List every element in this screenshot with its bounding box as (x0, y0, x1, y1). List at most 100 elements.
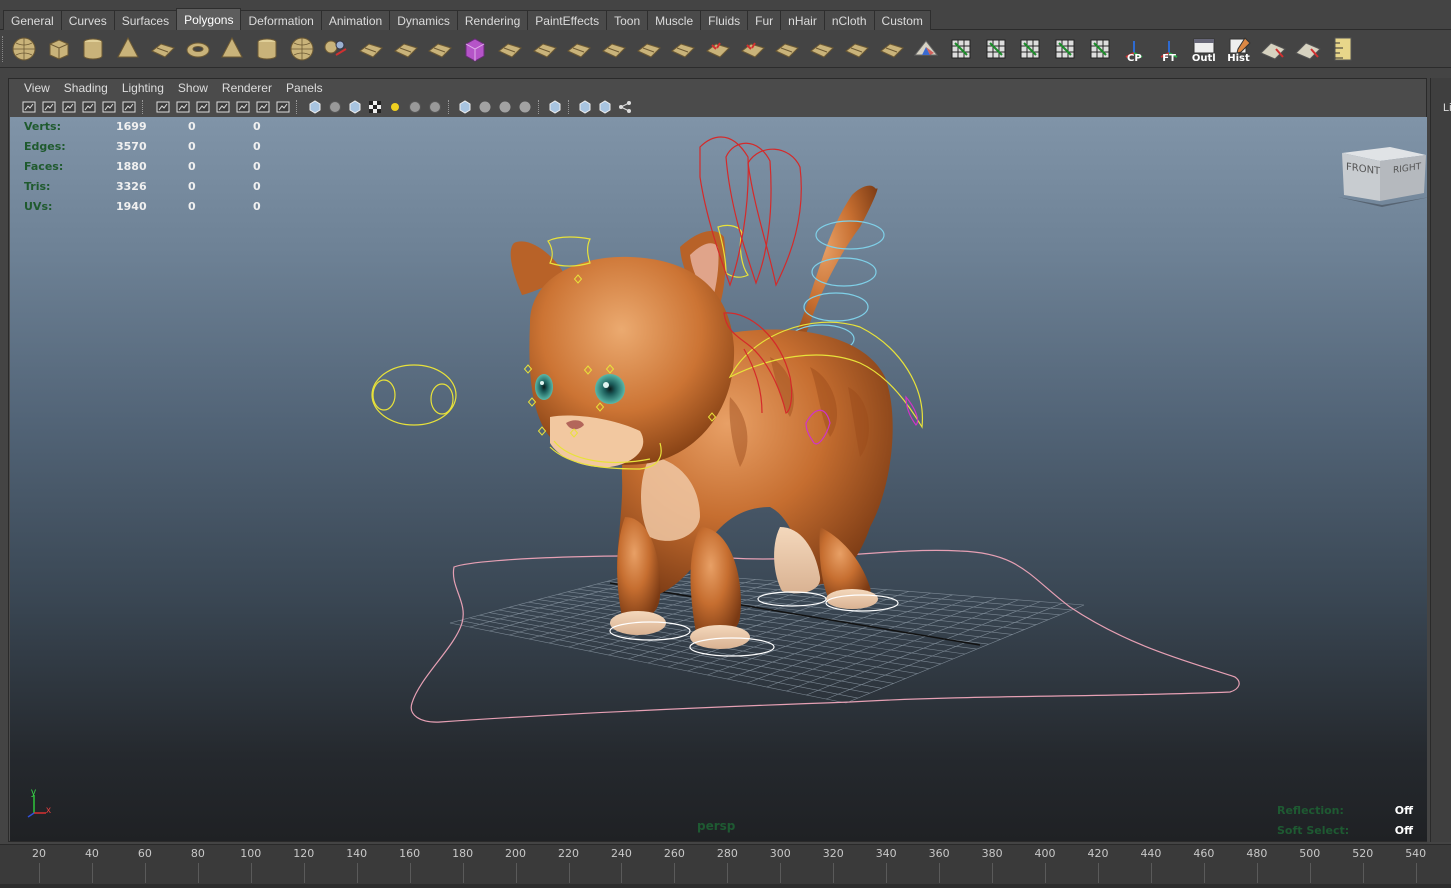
combine-icon[interactable] (320, 33, 352, 65)
measure-icon[interactable] (1327, 33, 1359, 65)
poly-cylinder-icon[interactable] (77, 33, 109, 65)
planar-map-icon[interactable] (945, 33, 977, 65)
offset-edge-loop-icon[interactable] (598, 33, 630, 65)
transfer-attributes-icon[interactable] (1257, 33, 1289, 65)
panel-menu-lighting[interactable]: Lighting (115, 79, 171, 97)
panel-menu-panels[interactable]: Panels (279, 79, 330, 97)
ft-icon[interactable]: FT (1153, 33, 1185, 65)
shelf-tab-curves[interactable]: Curves (60, 10, 115, 30)
xray-joints-icon[interactable] (497, 99, 513, 115)
timeline-tick-mark (1309, 863, 1311, 883)
scene-canvas[interactable] (10, 117, 1427, 841)
smooth-icon[interactable] (390, 33, 422, 65)
wireframe-icon[interactable] (307, 99, 323, 115)
panel-menu-renderer[interactable]: Renderer (215, 79, 279, 97)
panel-menu-shading[interactable]: Shading (57, 79, 115, 97)
poly-sphere-icon[interactable] (8, 33, 40, 65)
poly-cone-icon[interactable] (112, 33, 144, 65)
smooth-shade-icon[interactable] (327, 99, 343, 115)
separate-icon[interactable] (355, 33, 387, 65)
stat-row-uvs: UVs: 1940 0 0 (24, 196, 283, 216)
wireframe-on-shaded-icon[interactable] (347, 99, 363, 115)
panel-menu-view[interactable]: View (17, 79, 57, 97)
backface-culling-icon[interactable] (577, 99, 593, 115)
extrude-icon[interactable] (633, 33, 665, 65)
cat-front-leg-right[interactable] (690, 527, 741, 638)
shelf-tab-dynamics[interactable]: Dynamics (389, 10, 458, 30)
chamfer-icon[interactable] (806, 33, 838, 65)
poly-plane-icon[interactable] (147, 33, 179, 65)
range-slider[interactable] (0, 884, 1451, 888)
right-dock-label[interactable]: Li (1443, 102, 1451, 114)
safe-title-icon[interactable] (275, 99, 291, 115)
uv-editor-icon[interactable] (1084, 33, 1116, 65)
shelf-tab-custom[interactable]: Custom (873, 10, 931, 30)
poke-icon[interactable] (841, 33, 873, 65)
high-quality-icon[interactable] (427, 99, 443, 115)
automatic-map-icon[interactable] (1049, 33, 1081, 65)
select-camera-icon[interactable] (21, 99, 37, 115)
bridge-icon[interactable] (667, 33, 699, 65)
append-polygon-icon[interactable] (494, 33, 526, 65)
cylindrical-map-icon[interactable] (980, 33, 1012, 65)
shelf-tab-deformation[interactable]: Deformation (240, 10, 322, 30)
select-faces-icon[interactable] (1292, 33, 1324, 65)
shelf-grip-handle[interactable] (2, 36, 5, 62)
bevel-icon[interactable] (771, 33, 803, 65)
poly-pipe-icon[interactable] (251, 33, 283, 65)
grid-icon[interactable] (155, 99, 171, 115)
make-live-icon[interactable] (459, 33, 491, 65)
stat-value: 3326 (116, 179, 147, 193)
mirror-cut-icon[interactable] (424, 33, 456, 65)
shelf-tab-general[interactable]: General (3, 10, 62, 30)
insert-edge-loop-icon[interactable] (563, 33, 595, 65)
default-lighting-icon[interactable] (387, 99, 403, 115)
cp-icon[interactable]: CP (1118, 33, 1150, 65)
grease-pencil-icon[interactable] (121, 99, 137, 115)
safe-action-icon[interactable] (255, 99, 271, 115)
wedge-icon[interactable] (876, 33, 908, 65)
poly-pyramid-icon[interactable] (216, 33, 248, 65)
poly-torus-icon[interactable] (182, 33, 214, 65)
poly-soccer-ball-icon[interactable] (286, 33, 318, 65)
share-icon[interactable] (617, 99, 633, 115)
frame-selection-icon[interactable] (597, 99, 613, 115)
split-polygon-icon[interactable] (529, 33, 561, 65)
gate-mask-icon[interactable] (215, 99, 231, 115)
shadows-icon[interactable] (407, 99, 423, 115)
history-icon[interactable]: Hist (1223, 33, 1255, 65)
shelf-tab-nhair[interactable]: nHair (780, 10, 825, 30)
perspective-viewport[interactable]: Verts: 1699 0 0 Edges: 3570 0 0 Faces: 1880 0 0 Tris… (10, 117, 1427, 841)
shelf-tab-surfaces[interactable]: Surfaces (113, 10, 178, 30)
shelf-tab-polygons[interactable]: Polygons (176, 8, 242, 30)
shelf-tab-fur[interactable]: Fur (747, 10, 782, 30)
view-cube[interactable] (1338, 147, 1427, 207)
xray-icon[interactable] (477, 99, 493, 115)
collapse-icon[interactable] (737, 33, 769, 65)
isolate-select-icon[interactable] (547, 99, 563, 115)
poly-cube-icon[interactable] (43, 33, 75, 65)
shelf-tab-painteffects[interactable]: PaintEffects (527, 10, 608, 30)
merge-icon[interactable] (702, 33, 734, 65)
panel-menu-show[interactable]: Show (171, 79, 215, 97)
sculpt-icon[interactable] (910, 33, 942, 65)
shelf-tab-ncloth[interactable]: nCloth (823, 10, 875, 30)
2d-pan-zoom-icon[interactable] (101, 99, 117, 115)
time-slider[interactable]: 20 40 60 80 100 120 140 160 180 200 220 240 260 280 30… (0, 844, 1451, 884)
shelf-tab-toon[interactable]: Toon (606, 10, 649, 30)
field-chart-icon[interactable] (235, 99, 251, 115)
resolution-gate-icon[interactable] (195, 99, 211, 115)
spherical-map-icon[interactable] (1014, 33, 1046, 65)
outliner-icon[interactable]: Outl (1188, 33, 1220, 65)
image-plane-icon[interactable] (81, 99, 97, 115)
textured-icon[interactable] (367, 99, 383, 115)
xray-components-icon[interactable] (517, 99, 533, 115)
isolate-icon[interactable] (457, 99, 473, 115)
shelf-tab-muscle[interactable]: Muscle (647, 10, 702, 30)
camera-attributes-icon[interactable] (41, 99, 57, 115)
shelf-tab-rendering[interactable]: Rendering (456, 10, 529, 30)
shelf-tab-fluids[interactable]: Fluids (700, 10, 749, 30)
bookmarks-icon[interactable] (61, 99, 77, 115)
shelf-tab-animation[interactable]: Animation (320, 10, 391, 30)
film-gate-icon[interactable] (175, 99, 191, 115)
